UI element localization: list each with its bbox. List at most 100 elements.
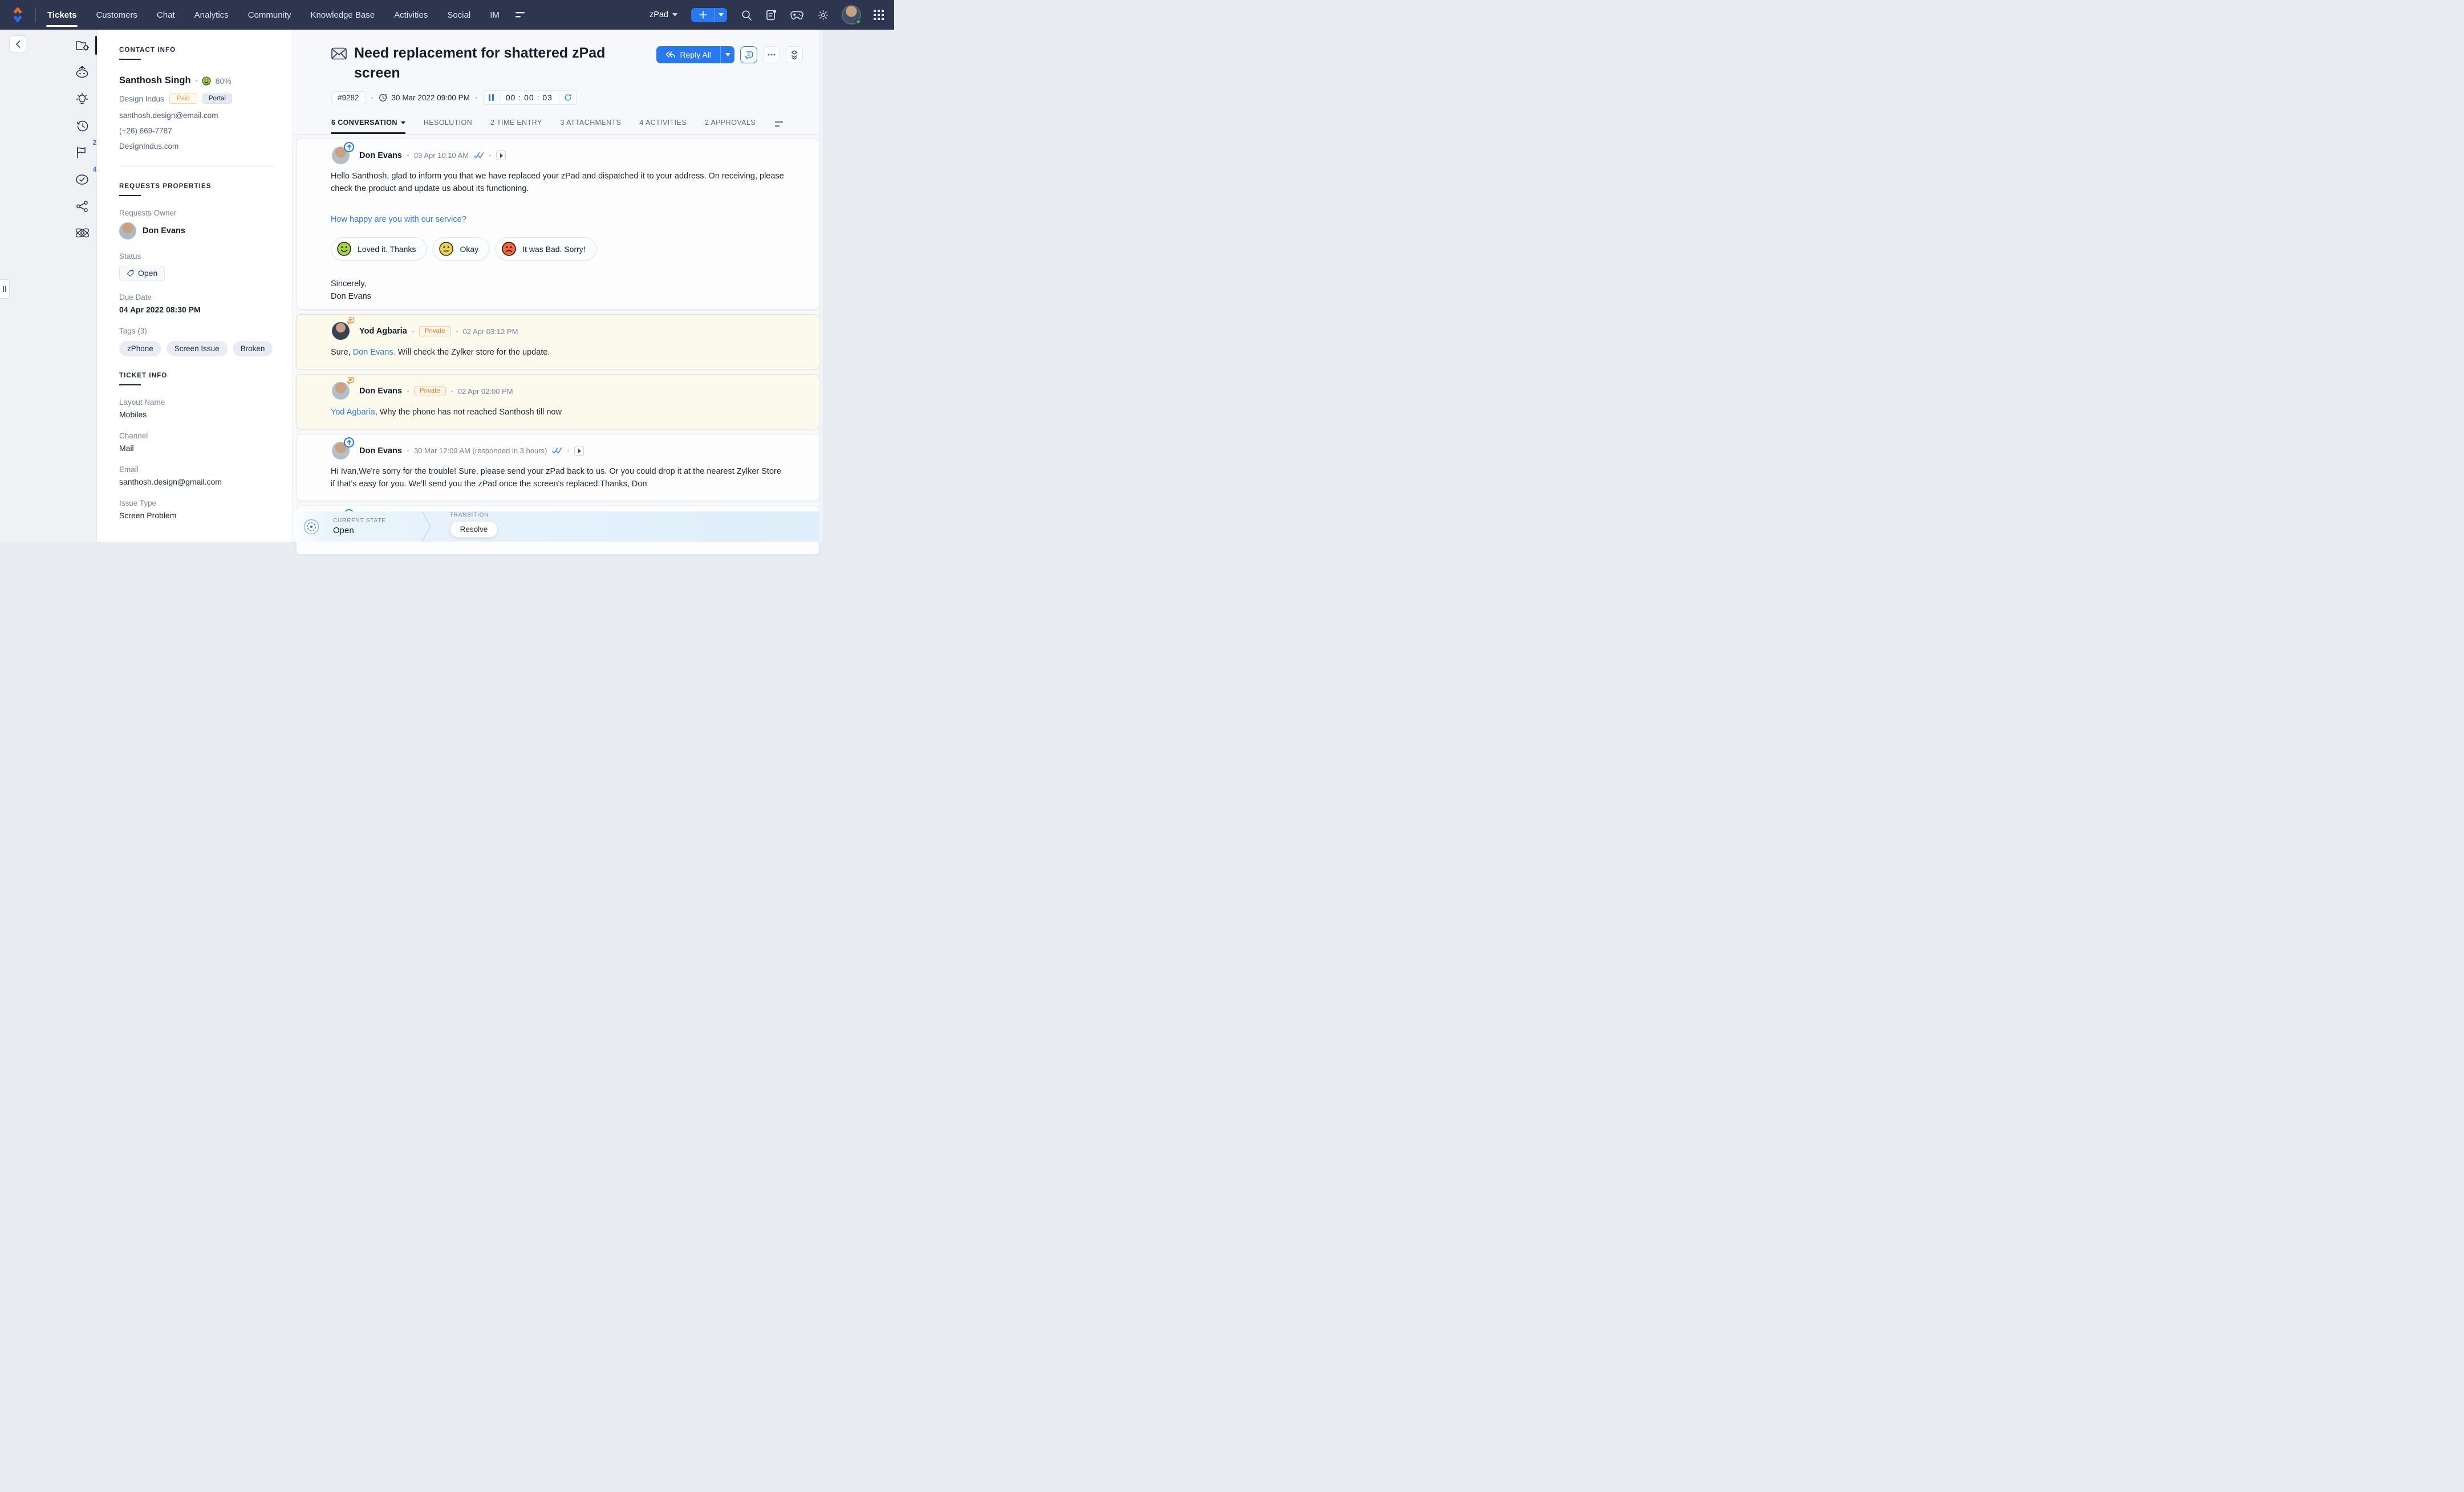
history-icon bbox=[75, 120, 90, 132]
tag-pill[interactable]: zPhone bbox=[119, 341, 161, 356]
tag-pill[interactable]: Broken bbox=[233, 341, 273, 356]
happy-face-icon bbox=[336, 241, 352, 257]
reply-all-dropdown[interactable] bbox=[721, 46, 734, 63]
message-time: 02 Apr 03:12 PM bbox=[463, 327, 518, 336]
nav-item-chat[interactable]: Chat bbox=[156, 2, 176, 29]
expand-icon[interactable] bbox=[496, 151, 506, 160]
issue-type-label: Issue Type bbox=[119, 499, 275, 507]
tab-activities[interactable]: 4 ACTIVITIES bbox=[639, 119, 687, 134]
message-card: Don Evans 03 Apr 10:10 AM Hello Santhosh… bbox=[296, 139, 819, 310]
contact-company[interactable]: Design Indus bbox=[119, 95, 164, 103]
nav-item-tickets[interactable]: Tickets bbox=[46, 2, 78, 29]
contact-info-title: CONTACT INFO bbox=[119, 47, 275, 54]
layout-name-label: Layout Name bbox=[119, 398, 275, 406]
sidebar-item-share[interactable] bbox=[70, 193, 95, 219]
sidebar-item-bot[interactable] bbox=[70, 59, 95, 86]
separator-dot bbox=[451, 391, 453, 392]
nav-item-analytics[interactable]: Analytics bbox=[193, 2, 230, 29]
outgoing-icon bbox=[344, 437, 354, 448]
message-author[interactable]: Don Evans bbox=[359, 151, 402, 160]
mention-link[interactable]: Yod Agbaria bbox=[331, 408, 375, 417]
nav-item-customers[interactable]: Customers bbox=[95, 2, 139, 29]
status-value: Open bbox=[138, 269, 157, 278]
section-underline bbox=[119, 59, 141, 60]
due-date-label: Due Date bbox=[119, 293, 275, 302]
separator-dot bbox=[456, 331, 458, 332]
comment-button[interactable] bbox=[740, 46, 757, 63]
settings-icon[interactable] bbox=[817, 9, 829, 21]
app-logo[interactable] bbox=[0, 6, 35, 23]
private-note-card: Don Evans Private 02 Apr 02:00 PM Yod Ag… bbox=[296, 374, 819, 429]
tab-conversation[interactable]: 6 CONVERSATION bbox=[331, 119, 405, 134]
tab-label: 6 CONVERSATION bbox=[331, 119, 397, 127]
nav-item-activities[interactable]: Activities bbox=[393, 2, 429, 29]
ticket-properties-panel: CONTACT INFO Santhosh Singh 80% Design I… bbox=[97, 30, 293, 542]
nav-divider bbox=[35, 7, 36, 22]
games-icon[interactable] bbox=[790, 10, 803, 20]
tab-approvals[interactable]: 2 APPROVALS bbox=[705, 119, 756, 134]
nav-more-menu-icon[interactable] bbox=[515, 11, 526, 18]
tab-time-entry[interactable]: 2 TIME ENTRY bbox=[490, 119, 542, 134]
nav-item-knowledge-base[interactable]: Knowledge Base bbox=[310, 2, 376, 29]
contact-name[interactable]: Santhosh Singh bbox=[119, 75, 191, 86]
sidebar-item-history[interactable] bbox=[70, 112, 95, 139]
tasks-icon bbox=[75, 173, 90, 186]
nav-item-community[interactable]: Community bbox=[247, 2, 293, 29]
insights-icon bbox=[75, 92, 90, 106]
status-icon bbox=[127, 270, 134, 277]
add-new-button[interactable] bbox=[691, 8, 727, 22]
survey-link[interactable]: How happy are you with our service? bbox=[331, 213, 785, 226]
separator-dot bbox=[371, 97, 373, 99]
sidebar-item-flagged[interactable]: 2 bbox=[70, 139, 95, 166]
owner-name[interactable]: Don Evans bbox=[143, 226, 185, 235]
product-selector[interactable]: zPad bbox=[650, 10, 677, 19]
blueprint-bar: CURRENT STATE Open TRANSITION Resolve bbox=[293, 511, 819, 542]
panel-divider bbox=[119, 166, 275, 167]
user-avatar[interactable] bbox=[843, 6, 860, 23]
nav-item-social[interactable]: Social bbox=[446, 2, 472, 29]
message-author[interactable]: Yod Agbaria bbox=[359, 327, 407, 336]
private-badge: Private bbox=[414, 386, 446, 396]
plus-icon[interactable] bbox=[691, 8, 715, 22]
due-date-value: 04 Apr 2022 08:30 PM bbox=[119, 305, 275, 314]
resolve-button[interactable]: Resolve bbox=[450, 521, 498, 538]
message-body: Will check the Zylker store for the upda… bbox=[396, 348, 550, 357]
collapse-sidebar-handle[interactable] bbox=[0, 279, 10, 299]
contact-phone[interactable]: (+26) 669-7787 bbox=[119, 125, 275, 137]
more-actions-button[interactable] bbox=[763, 46, 780, 63]
reply-all-button[interactable]: Reply All bbox=[656, 46, 734, 63]
refresh-icon[interactable] bbox=[559, 91, 577, 104]
feedback-okay-button[interactable]: Okay bbox=[433, 237, 489, 261]
message-author[interactable]: Don Evans bbox=[359, 387, 402, 396]
sidebar-item-departments[interactable] bbox=[70, 32, 95, 59]
sidebar-item-integrations[interactable] bbox=[70, 219, 95, 246]
tab-resolution[interactable]: RESOLUTION bbox=[424, 119, 472, 134]
message-author[interactable]: Don Evans bbox=[359, 446, 402, 456]
pause-icon[interactable] bbox=[484, 91, 500, 104]
collapse-panel-button[interactable] bbox=[9, 35, 26, 52]
comment-icon bbox=[745, 51, 753, 59]
add-new-dropdown[interactable] bbox=[715, 8, 727, 22]
tabs-more-icon[interactable] bbox=[775, 121, 784, 134]
feedback-icon[interactable] bbox=[766, 9, 777, 21]
happiness-icon bbox=[202, 76, 211, 86]
feedback-bad-button[interactable]: It was Bad. Sorry! bbox=[496, 237, 596, 261]
contact-website[interactable]: DesignIndus.com bbox=[119, 141, 275, 152]
sidebar-item-insights[interactable] bbox=[70, 86, 95, 112]
status-badge[interactable]: Open bbox=[119, 266, 165, 280]
feedback-happy-button[interactable]: Loved it. Thanks bbox=[331, 237, 427, 261]
nav-item-im[interactable]: IM bbox=[489, 2, 501, 29]
avatar bbox=[332, 442, 350, 460]
search-icon[interactable] bbox=[741, 9, 752, 21]
mention-link[interactable]: Don Evans. bbox=[353, 348, 396, 357]
email-value: santhosh.design@gmail.com bbox=[119, 477, 275, 486]
section-underline bbox=[119, 195, 141, 196]
sidebar-item-approvals[interactable]: 4 bbox=[70, 166, 95, 193]
apps-grid-icon[interactable] bbox=[874, 10, 884, 20]
collapse-all-button[interactable] bbox=[786, 46, 803, 63]
expand-icon[interactable] bbox=[574, 446, 584, 456]
contact-email[interactable]: santhosh.design@email.com bbox=[119, 110, 275, 121]
tag-pill[interactable]: Screen Issue bbox=[167, 341, 228, 356]
current-state-label: CURRENT STATE bbox=[333, 518, 386, 524]
tab-attachments[interactable]: 3 ATTACHMENTS bbox=[561, 119, 622, 134]
